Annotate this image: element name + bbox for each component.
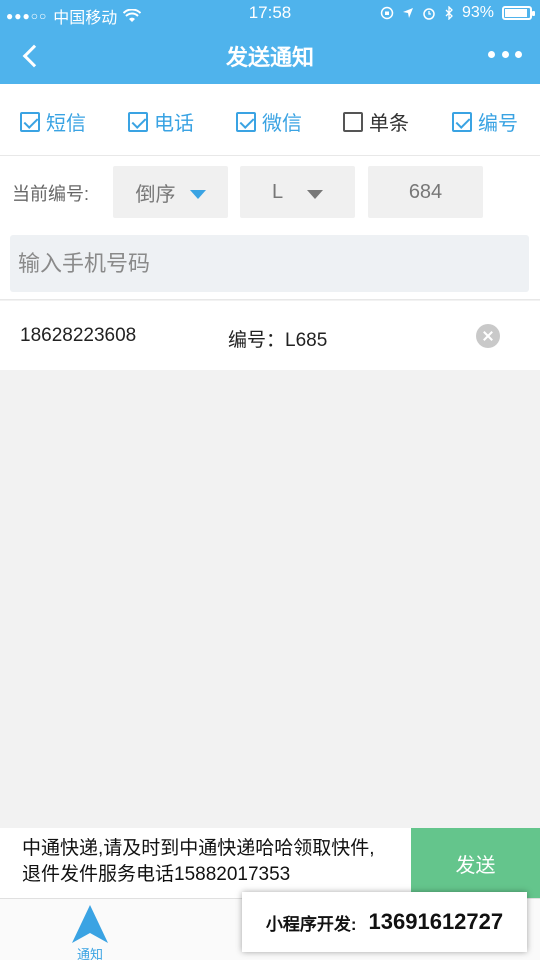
ad-number: 13691612727 — [368, 909, 504, 934]
list-item: 18628223608 编号：L685 — [0, 301, 540, 370]
checkbox-icon[interactable] — [343, 111, 363, 132]
status-bar: ●●●○○ 中国移动 17:58 93% — [0, 0, 540, 28]
page-title: 发送通知 — [225, 45, 314, 70]
prefix-select[interactable]: L — [240, 166, 355, 218]
option-label: 短信 — [46, 113, 86, 135]
checkbox-icon[interactable] — [128, 111, 148, 132]
record-phone: 18628223608 — [20, 325, 137, 346]
phone-input-row — [0, 230, 540, 300]
send-button[interactable]: 发送 — [411, 828, 540, 898]
option-phone[interactable]: 电话 — [128, 107, 194, 136]
alarm-icon — [423, 8, 435, 20]
checkbox-icon[interactable] — [452, 111, 472, 132]
option-single[interactable]: 单条 — [343, 107, 409, 136]
option-number[interactable]: 编号 — [452, 107, 518, 136]
checkbox-icon[interactable] — [236, 111, 256, 132]
option-wechat[interactable]: 微信 — [236, 107, 302, 136]
battery-icon — [502, 6, 535, 20]
chevron-left-icon — [22, 44, 46, 68]
tab-label: 通知 — [76, 947, 103, 960]
current-number-row: 当前编号: 倒序 L 684 — [0, 156, 540, 230]
option-label: 电话 — [154, 113, 194, 135]
tab-notify[interactable]: 通知 — [0, 899, 180, 960]
record-code: 编号：L685 — [228, 330, 328, 351]
option-label: 编号 — [478, 113, 518, 135]
ad-title: 小程序开发: — [265, 914, 357, 934]
more-button[interactable] — [488, 40, 522, 68]
back-button[interactable] — [12, 38, 48, 74]
ad-banner: 小程序开发: 13691612727 — [242, 892, 527, 952]
option-label: 单条 — [369, 113, 409, 135]
caret-down-icon — [307, 189, 324, 199]
current-number-label: 当前编号: — [12, 184, 90, 204]
caret-down-icon — [189, 189, 206, 199]
number-value: 684 — [408, 180, 443, 203]
options-row: 短信 电话 微信 单条 编号 — [0, 84, 540, 156]
option-sms[interactable]: 短信 — [20, 107, 86, 136]
battery-percent: 93% — [461, 4, 494, 21]
paper-plane-icon — [72, 905, 108, 943]
message-line: 中通快递,请及时到中通快递哈哈领取快件, — [22, 838, 375, 859]
bluetooth-icon — [445, 6, 453, 20]
nav-bar: 发送通知 — [0, 28, 540, 84]
top-bar: ●●●○○ 中国移动 17:58 93% 发送通知 — [0, 0, 540, 84]
prefix-value: L — [271, 180, 284, 203]
message-text[interactable]: 中通快递,请及时到中通快递哈哈领取快件, 退件发件服务电话15882017353 — [0, 828, 411, 898]
number-field[interactable]: 684 — [368, 166, 483, 218]
clear-icon[interactable] — [476, 324, 500, 348]
location-icon — [402, 8, 413, 18]
option-label: 微信 — [262, 113, 302, 135]
order-select[interactable]: 倒序 — [113, 166, 228, 218]
checkbox-icon[interactable] — [20, 111, 40, 132]
message-line: 退件发件服务电话15882017353 — [22, 864, 291, 885]
order-value: 倒序 — [135, 183, 176, 206]
rotation-lock-icon — [380, 6, 394, 20]
phone-input[interactable] — [10, 235, 529, 292]
